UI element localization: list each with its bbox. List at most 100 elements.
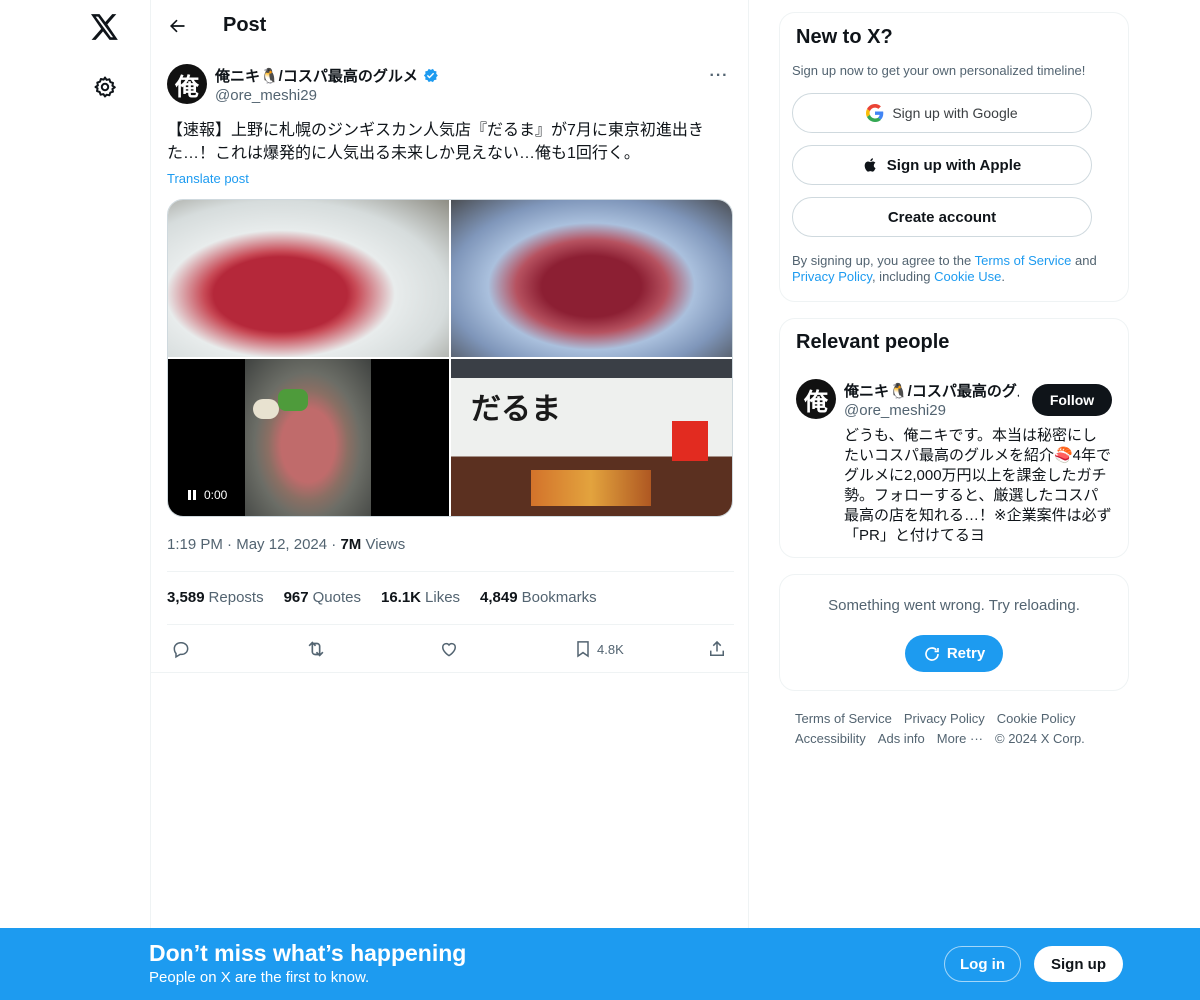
relevant-people-title: Relevant people xyxy=(796,331,950,353)
media-video-grill[interactable]: 0:00 xyxy=(168,359,449,516)
likes-stat[interactable]: 16.1K Likes xyxy=(381,589,460,606)
quotes-stat[interactable]: 967 Quotes xyxy=(284,589,361,606)
legal-text-1: By signing up, you agree to the xyxy=(792,253,975,268)
relevant-name[interactable]: 俺ニキ🐧/コスパ最高のグルメ xyxy=(844,380,1019,401)
signup-apple-button[interactable]: Sign up with Apple xyxy=(792,145,1092,185)
translate-post-link[interactable]: Translate post xyxy=(167,171,249,186)
login-banner: Don’t miss what’s happening People on X … xyxy=(0,928,1200,1000)
legal-text-3: , including xyxy=(871,269,935,284)
video-time: 0:00 xyxy=(204,488,228,502)
repost-button[interactable] xyxy=(305,636,327,662)
cookie-link[interactable]: Cookie Use xyxy=(934,269,1001,284)
views-count: 7M xyxy=(340,536,362,553)
footer-ads-link[interactable]: Ads info xyxy=(878,729,925,749)
reposts-stat[interactable]: 3,589 Reposts xyxy=(167,589,264,606)
apple-icon xyxy=(864,158,876,172)
video-pepper xyxy=(278,389,308,411)
signup-legal-text: By signing up, you agree to the Terms of… xyxy=(792,253,1112,285)
footer-privacy-link[interactable]: Privacy Policy xyxy=(904,709,985,729)
store-window xyxy=(531,470,651,506)
apple-label: Sign up with Apple xyxy=(886,156,1022,174)
bookmarks-stat[interactable]: 4,849 Bookmarks xyxy=(480,589,597,606)
author-name-row[interactable]: 俺ニキ🐧/コスパ最高のグルメ xyxy=(215,65,439,86)
footer-more-link[interactable]: More ··· xyxy=(937,729,983,749)
page-title: Post xyxy=(223,14,267,36)
bookmark-icon xyxy=(577,641,589,658)
avatar[interactable]: 俺 xyxy=(167,64,207,104)
post-date[interactable]: May 12, 2024 xyxy=(236,536,327,553)
post-text: 【速報】上野に札幌のジンギスカン人気店『だるま』が7月に東京初進出きた…！これは… xyxy=(167,122,704,162)
google-label: Sign up with Google xyxy=(892,105,1018,121)
signup-card-title: New to X? xyxy=(796,26,893,48)
verified-badge-icon xyxy=(423,68,438,83)
error-message: Something went wrong. Try reloading. xyxy=(828,597,1080,614)
reply-icon xyxy=(173,642,189,659)
bookmarks-count: 4,849 xyxy=(480,589,518,606)
legal-text-2: and xyxy=(1071,253,1097,268)
like-button[interactable] xyxy=(439,636,459,662)
create-account-button[interactable]: Create account xyxy=(792,197,1092,237)
video-frame xyxy=(245,359,371,516)
signup-card-subtitle: Sign up now to get your own personalized… xyxy=(792,63,1086,78)
relevant-people-card: Relevant people 俺 俺ニキ🐧/コスパ最高のグルメ @ore_me… xyxy=(779,318,1129,558)
relevant-name-row[interactable]: 俺ニキ🐧/コスパ最高のグルメ xyxy=(844,380,1019,401)
settings-gear-icon[interactable] xyxy=(91,73,119,101)
heart-icon xyxy=(441,642,457,657)
retry-button[interactable]: Retry xyxy=(905,635,1003,672)
signup-button[interactable]: Sign up xyxy=(1034,946,1123,982)
top-bar: Post xyxy=(151,0,748,53)
refresh-icon xyxy=(925,646,939,661)
reposts-label: Reposts xyxy=(208,589,264,606)
trends-error-card: Something went wrong. Try reloading. Ret… xyxy=(779,574,1129,691)
more-options-icon[interactable]: ··· xyxy=(704,64,734,88)
media-photo-meat-plate[interactable] xyxy=(168,200,449,357)
terms-link[interactable]: Terms of Service xyxy=(975,253,1072,268)
avatar[interactable]: 俺 xyxy=(796,379,836,419)
post-media-grid: 0:00 だるま xyxy=(167,199,733,517)
views-label: Views xyxy=(365,536,406,553)
login-button[interactable]: Log in xyxy=(944,946,1021,982)
relevant-handle[interactable]: @ore_meshi29 xyxy=(844,402,946,419)
footer-cookie-link[interactable]: Cookie Policy xyxy=(997,709,1076,729)
footer-terms-link[interactable]: Terms of Service xyxy=(795,709,892,729)
banner-subtitle: People on X are the first to know. xyxy=(149,969,370,986)
media-photo-sliced-lamb[interactable] xyxy=(451,200,732,357)
post-actions: 4.8K xyxy=(167,636,734,662)
post-time[interactable]: 1:19 PM xyxy=(167,536,223,553)
pause-icon[interactable] xyxy=(188,490,196,500)
store-red-sign xyxy=(672,421,708,461)
meta-dot: · xyxy=(227,536,237,553)
media-photo-storefront[interactable]: だるま xyxy=(451,359,732,516)
bookmarks-label: Bookmarks xyxy=(521,589,597,606)
divider xyxy=(167,624,734,625)
left-nav xyxy=(0,0,150,1000)
author-name[interactable]: 俺ニキ🐧/コスパ最高のグルメ xyxy=(215,65,418,86)
relevant-bio: どうも、俺ニキです。本当は秘密にしたいコスパ最高のグルメを紹介🍣4年でグルメに2… xyxy=(844,427,1112,544)
likes-count: 16.1K xyxy=(380,589,422,606)
signup-google-button[interactable]: Sign up with Google xyxy=(792,93,1092,133)
bookmark-count: 4.8K xyxy=(597,641,624,657)
store-sign: だるま xyxy=(471,392,561,427)
author-handle[interactable]: @ore_meshi29 xyxy=(215,87,317,104)
post-meta: 1:19 PM · May 12, 2024 · 7M Views xyxy=(167,536,405,553)
legal-text-4: . xyxy=(1001,269,1005,284)
x-logo-icon[interactable] xyxy=(88,10,122,44)
signup-card: New to X? Sign up now to get your own pe… xyxy=(779,12,1129,302)
video-controls[interactable]: 0:00 xyxy=(182,486,234,504)
footer-copyright: © 2024 X Corp. xyxy=(995,731,1085,746)
video-onion xyxy=(253,399,279,419)
reposts-count: 3,589 xyxy=(167,589,205,606)
repost-icon xyxy=(308,641,324,657)
bookmark-button[interactable]: 4.8K xyxy=(573,636,624,662)
back-arrow-icon[interactable] xyxy=(165,14,189,38)
quotes-label: Quotes xyxy=(312,589,361,606)
divider xyxy=(167,571,734,572)
quotes-count: 967 xyxy=(283,589,309,606)
banner-title: Don’t miss what’s happening xyxy=(149,940,467,966)
post-author: 俺 俺ニキ🐧/コスパ最高のグルメ @ore_meshi29 ··· xyxy=(167,64,734,108)
privacy-link[interactable]: Privacy Policy xyxy=(792,269,872,284)
follow-button[interactable]: Follow xyxy=(1032,384,1112,416)
footer-accessibility-link[interactable]: Accessibility xyxy=(795,729,866,749)
reply-button[interactable] xyxy=(171,636,191,662)
share-button[interactable] xyxy=(707,636,727,662)
